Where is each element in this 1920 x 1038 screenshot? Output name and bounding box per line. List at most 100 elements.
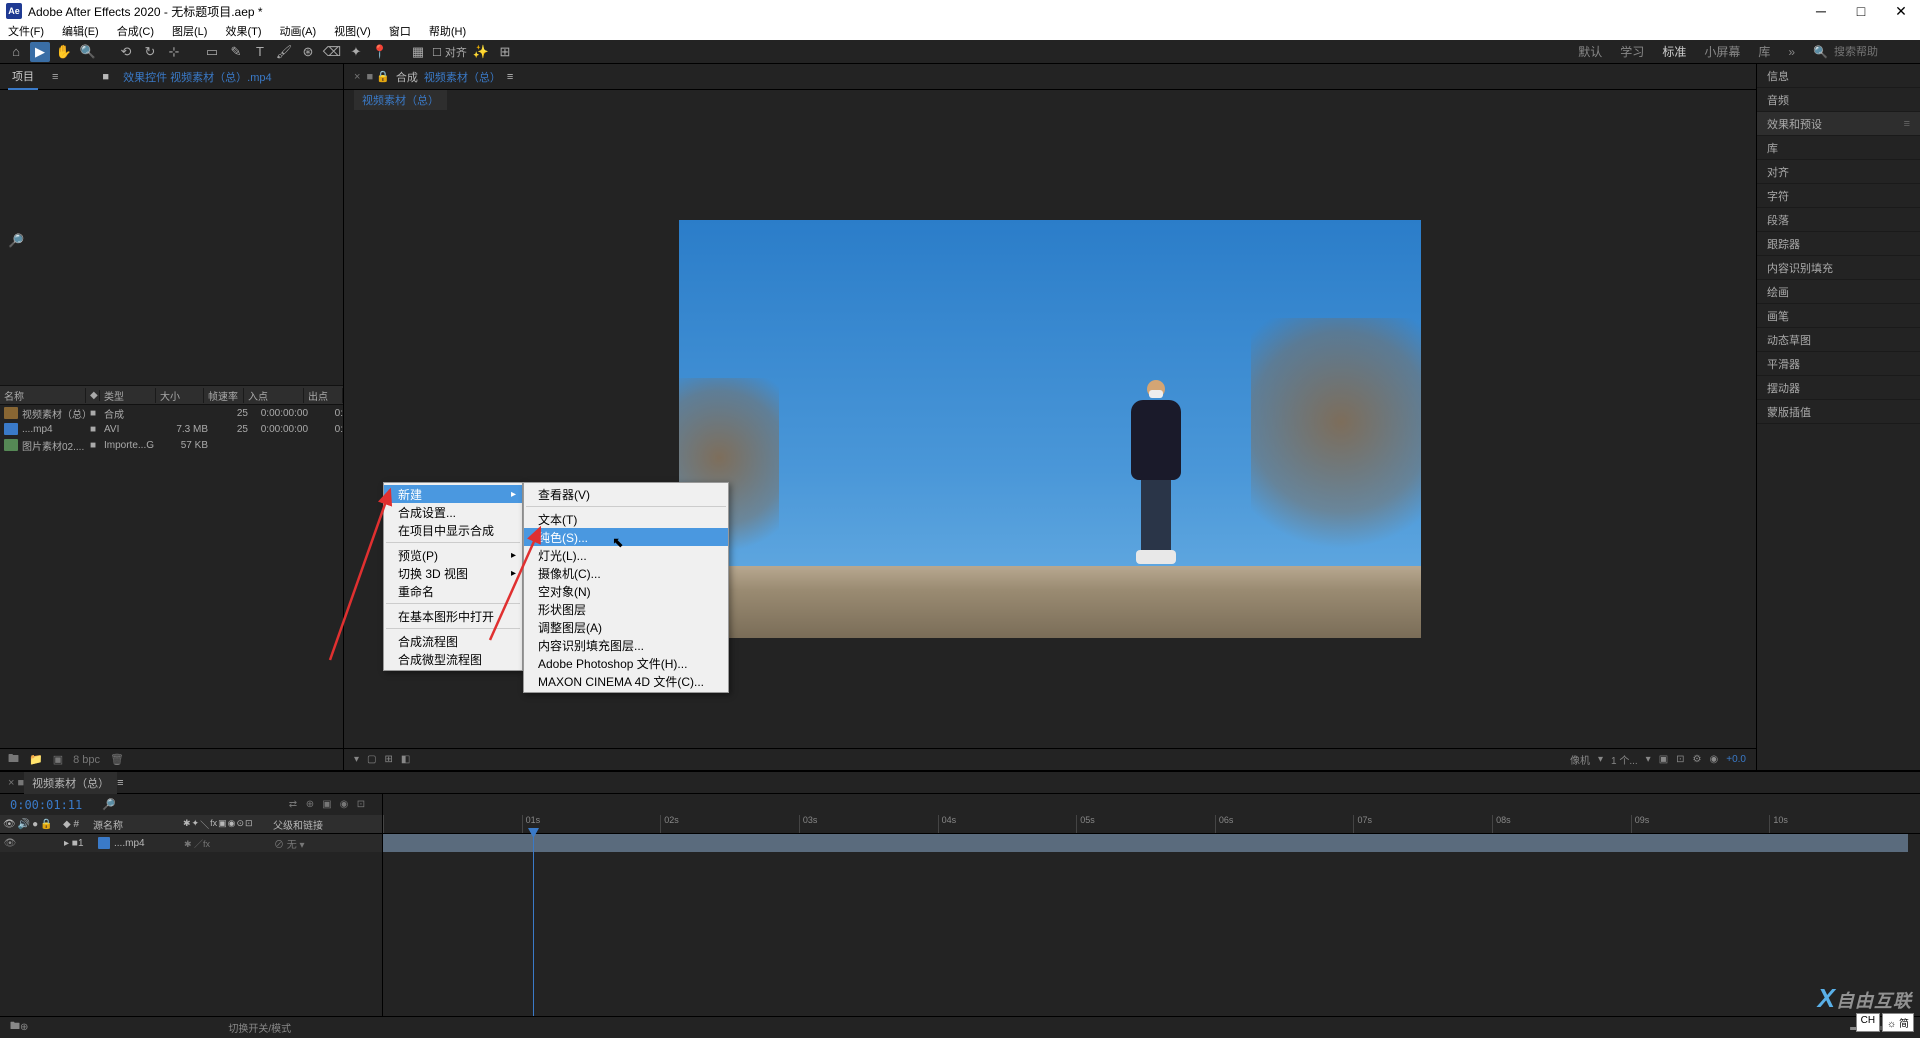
magnification-dropdown[interactable]: ▾	[354, 754, 359, 765]
ctx-new-adjustment[interactable]: 调整图层(A)	[524, 618, 728, 636]
playhead[interactable]	[533, 834, 534, 1016]
layer-visibility-icon[interactable]: 👁	[0, 838, 20, 849]
ctx-open-egp[interactable]: 在基本图形中打开	[384, 607, 522, 625]
grid-icon[interactable]: ⊞	[495, 42, 515, 62]
layer-duration-bar[interactable]	[383, 834, 1908, 852]
ctx-new-light[interactable]: 灯光(L)...	[524, 546, 728, 564]
timeline-tab[interactable]: 视频素材（总）	[24, 772, 117, 794]
new-comp-icon[interactable]: ▣	[53, 753, 63, 766]
bpc-toggle[interactable]: 8 bpc	[73, 754, 100, 766]
ctx-new[interactable]: 新建▸	[384, 485, 522, 503]
tab-project-menu[interactable]: ≡	[48, 67, 62, 87]
home-icon[interactable]: ⌂	[6, 42, 26, 62]
project-row-image[interactable]: 图片素材02.... ■ Importe...G 57 KB	[0, 437, 343, 453]
panel-paint[interactable]: 绘画	[1757, 280, 1920, 304]
anchor-tool-icon[interactable]: ⊹	[164, 42, 184, 62]
viewer-icon-4[interactable]: ◉	[1710, 754, 1719, 765]
timeline-tracks[interactable]	[383, 834, 1920, 1016]
menu-effect[interactable]: 效果(T)	[223, 23, 263, 39]
ctx-flowchart[interactable]: 合成流程图	[384, 632, 522, 650]
workspace-standard[interactable]: 标准	[1662, 43, 1686, 60]
menu-file[interactable]: 文件(F)	[6, 23, 46, 39]
panel-smoother[interactable]: 平滑器	[1757, 352, 1920, 376]
workspace-more-icon[interactable]: »	[1788, 45, 1795, 59]
ctx-switch-3d[interactable]: 切换 3D 视图▸	[384, 564, 522, 582]
interpret-icon[interactable]: 🖿	[8, 750, 19, 769]
roto-tool-icon[interactable]: ✦	[346, 42, 366, 62]
tl-icon-1[interactable]: ⇄	[286, 798, 300, 812]
resolution-dropdown[interactable]: ▢	[367, 754, 376, 765]
menu-edit[interactable]: 编辑(E)	[60, 23, 101, 39]
ctx-new-viewer[interactable]: 查看器(V)	[524, 485, 728, 503]
puppet-tool-icon[interactable]: 📍	[370, 42, 390, 62]
tl-icon-2[interactable]: ⊕	[303, 798, 317, 812]
layer-row[interactable]: 👁 ▸ ■ 1 ....mp4 ✱ ／fx ⊘ 无 ▾	[0, 834, 382, 852]
menu-layer[interactable]: 图层(L)	[170, 23, 209, 39]
solo-col-icon[interactable]: ●	[32, 819, 38, 830]
menu-help[interactable]: 帮助(H)	[427, 23, 468, 39]
panel-content-aware[interactable]: 内容识别填充	[1757, 256, 1920, 280]
magic-wand-icon[interactable]: ✨	[471, 42, 491, 62]
minimize-button[interactable]: ─	[1814, 4, 1828, 18]
timeline-search-icon[interactable]: 🔎	[102, 798, 116, 811]
help-search[interactable]: 🔍	[1813, 45, 1914, 59]
panel-library[interactable]: 库	[1757, 136, 1920, 160]
ctx-new-camera[interactable]: 摄像机(C)...	[524, 564, 728, 582]
lock-col-icon[interactable]: 🔒	[40, 819, 52, 830]
project-row-video[interactable]: ....mp4 ■ AVI 7.3 MB 25 0:00:00:00 0:	[0, 421, 343, 437]
hand-tool-icon[interactable]: ✋	[54, 42, 74, 62]
help-search-input[interactable]	[1834, 46, 1914, 58]
close-button[interactable]: ✕	[1894, 4, 1908, 18]
trash-icon[interactable]: 🗑	[110, 753, 124, 766]
timeline-close-icon[interactable]: × ■	[8, 777, 24, 789]
ctx-rename[interactable]: 重命名	[384, 582, 522, 600]
comp-tab-menu-icon[interactable]: ≡	[507, 71, 513, 83]
composition-preview[interactable]	[679, 220, 1421, 638]
panel-mask-interp[interactable]: 蒙版插值	[1757, 400, 1920, 424]
rotate-tool-icon[interactable]: ↻	[140, 42, 160, 62]
eraser-tool-icon[interactable]: ⌫	[322, 42, 342, 62]
parent-col[interactable]: 父级和链接	[270, 817, 382, 832]
zoom-tool-icon[interactable]: 🔍	[78, 42, 98, 62]
col-size[interactable]: 大小	[156, 388, 204, 403]
workspace-library[interactable]: 库	[1758, 43, 1770, 60]
ctx-preview[interactable]: 预览(P)▸	[384, 546, 522, 564]
tl-icon-3[interactable]: ▣	[320, 798, 334, 812]
panel-tracker[interactable]: 跟踪器	[1757, 232, 1920, 256]
menu-composition[interactable]: 合成(C)	[115, 23, 156, 39]
ctx-new-null[interactable]: 空对象(N)	[524, 582, 728, 600]
eye-col-icon[interactable]: 👁	[3, 819, 16, 830]
panel-audio[interactable]: 音频	[1757, 88, 1920, 112]
ctx-new-photoshop[interactable]: Adobe Photoshop 文件(H)...	[524, 654, 728, 672]
workspace-small[interactable]: 小屏幕	[1704, 43, 1740, 60]
snap-checkbox[interactable]: ☐ 对齐	[432, 44, 467, 60]
ctx-mini-flowchart[interactable]: 合成微型流程图	[384, 650, 522, 668]
folder-icon[interactable]: 📁	[29, 753, 43, 766]
toggle-switches[interactable]: 切换开关/模式	[228, 1020, 291, 1035]
ctx-new-caf[interactable]: 内容识别填充图层...	[524, 636, 728, 654]
ctx-new-solid[interactable]: 纯色(S)...	[524, 528, 728, 546]
ctx-new-text[interactable]: 文本(T)	[524, 510, 728, 528]
col-fps[interactable]: 帧速率	[204, 388, 244, 403]
col-in[interactable]: 入点	[244, 388, 304, 403]
col-out[interactable]: 出点	[304, 388, 343, 403]
tl-icon-4[interactable]: ◉	[337, 798, 351, 812]
panel-motion-sketch[interactable]: 动态草图	[1757, 328, 1920, 352]
exposure-value[interactable]: +0.0	[1726, 754, 1746, 765]
ctx-reveal-in-project[interactable]: 在项目中显示合成	[384, 521, 522, 539]
menu-animation[interactable]: 动画(A)	[278, 23, 319, 39]
pen-tool-icon[interactable]: ✎	[226, 42, 246, 62]
current-timecode[interactable]: 0:00:01:11	[10, 798, 82, 812]
ctx-comp-settings[interactable]: 合成设置...	[384, 503, 522, 521]
panel-character[interactable]: 字符	[1757, 184, 1920, 208]
close-tab-icon[interactable]: ×	[354, 71, 360, 83]
tl-foot-icon-1[interactable]: 🖿	[10, 1019, 20, 1036]
tab-project[interactable]: 项目	[8, 64, 38, 90]
menu-window[interactable]: 窗口	[387, 23, 413, 39]
time-ruler[interactable]: 01s 02s 03s 04s 05s 06s 07s 08s 09s 10s	[383, 794, 1920, 833]
col-label-icon[interactable]: ◆	[86, 390, 100, 401]
align-icon[interactable]: ▦	[408, 42, 428, 62]
lock-icon[interactable]: ■ 🔒	[366, 70, 389, 83]
ctx-new-shape[interactable]: 形状图层	[524, 600, 728, 618]
ctx-new-c4d[interactable]: MAXON CINEMA 4D 文件(C)...	[524, 672, 728, 690]
